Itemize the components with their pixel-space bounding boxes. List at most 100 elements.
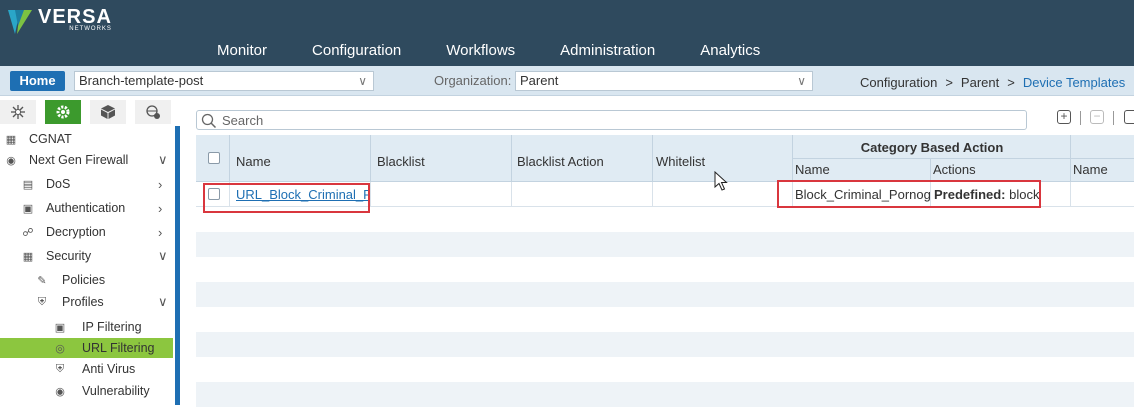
- monitor-icon: ▣: [54, 321, 66, 334]
- chevron-right-icon: ›: [158, 224, 163, 240]
- sidebar-item-label: DoS: [46, 177, 71, 191]
- network-icon: [11, 105, 25, 119]
- empty-row: [196, 332, 1134, 357]
- context-bar: Home Branch-template-post ∨ Organization…: [0, 66, 1134, 96]
- header-category-actions[interactable]: Actions: [931, 159, 1071, 182]
- tab-services[interactable]: [135, 100, 171, 124]
- sidebar-item-label: CGNAT: [29, 132, 72, 146]
- sidebar-item-cgnat[interactable]: ▦ CGNAT: [3, 129, 72, 149]
- template-select[interactable]: Branch-template-post ∨: [74, 71, 374, 91]
- nav-administration[interactable]: Administration: [560, 42, 655, 59]
- chevron-right-icon: ›: [158, 200, 163, 216]
- header-category-based-action: Category Based Action: [793, 135, 1071, 159]
- search-placeholder: Search: [222, 113, 264, 128]
- sidebar-item-ip-filtering[interactable]: ▣ IP Filtering: [52, 317, 142, 337]
- globe-icon: ◎: [55, 342, 65, 355]
- top-bar: VERSA NETWORKS Monitor Configuration Wor…: [0, 0, 1134, 66]
- header-blacklist-action[interactable]: Blacklist Action: [512, 135, 653, 182]
- auth-icon: ▣: [22, 202, 34, 215]
- breadcrumb-device-templates[interactable]: Device Templates: [1023, 75, 1125, 90]
- sidebar-tabs: [0, 100, 180, 124]
- dos-icon: ▤: [22, 178, 34, 191]
- toolbar-separator: [1080, 111, 1081, 125]
- sidebar-item-label: Vulnerability: [82, 384, 150, 398]
- policy-icon: ✎: [37, 274, 47, 287]
- empty-row: [196, 232, 1134, 257]
- toolbar-separator: [1113, 111, 1114, 125]
- chevron-down-icon: ∨: [158, 152, 168, 167]
- header-name[interactable]: Name: [230, 135, 371, 182]
- highlight-box-category-action: [777, 180, 1041, 208]
- firewall-icon: ◉: [6, 154, 16, 167]
- tab-configuration[interactable]: [45, 100, 81, 124]
- gear-icon: [56, 105, 70, 119]
- header-next-name[interactable]: Name: [1071, 159, 1134, 182]
- sidebar-item-url-filtering[interactable]: ◎ URL Filtering: [0, 338, 173, 358]
- security-icon: ▦: [22, 250, 34, 263]
- sidebar-item-decryption[interactable]: ☍ Decryption ›: [20, 222, 173, 242]
- shield-icon: ⛨: [37, 295, 47, 308]
- sidebar-item-label: Security: [46, 249, 92, 263]
- sidebar-item-label: Decryption: [46, 225, 106, 239]
- empty-row: [196, 282, 1134, 307]
- url-filtering-table: Name Blacklist Blacklist Action Whitelis…: [196, 135, 1134, 407]
- cgnat-icon: ▦: [5, 133, 17, 146]
- home-button[interactable]: Home: [10, 71, 65, 91]
- vulnerability-icon: ◉: [55, 385, 65, 398]
- versa-logo[interactable]: VERSA NETWORKS: [6, 6, 112, 36]
- sidebar-item-label: IP Filtering: [82, 320, 142, 334]
- remove-icon[interactable]: −: [1090, 110, 1104, 124]
- organization-label: Organization:: [434, 73, 512, 88]
- main-nav: Monitor Configuration Workflows Administ…: [217, 42, 805, 59]
- empty-row: [196, 382, 1134, 407]
- sidebar-item-label: URL Filtering: [82, 341, 155, 355]
- header-blacklist[interactable]: Blacklist: [371, 135, 512, 182]
- sidebar-scrollbar[interactable]: [175, 126, 180, 405]
- sidebar-item-authentication[interactable]: ▣ Authentication ›: [20, 198, 173, 218]
- unlock-icon: ☍: [22, 226, 34, 239]
- sidebar-item-label: Authentication: [46, 201, 126, 215]
- sidebar-item-ngfw[interactable]: ◉ Next Gen Firewall ∨: [3, 150, 173, 170]
- nav-analytics[interactable]: Analytics: [700, 42, 760, 59]
- sidebar: ▦ CGNAT ◉ Next Gen Firewall ∨ ▤ DoS › ▣ …: [0, 96, 182, 405]
- tab-objects[interactable]: [90, 100, 126, 124]
- versa-logo-icon: [8, 10, 32, 34]
- sidebar-item-label: Next Gen Firewall: [29, 153, 129, 167]
- select-all-checkbox[interactable]: [208, 152, 220, 164]
- template-select-value: Branch-template-post: [79, 73, 204, 88]
- breadcrumb: Configuration > Parent > Device Templates: [860, 75, 1126, 90]
- search-input[interactable]: Search: [196, 110, 1027, 130]
- chevron-down-icon: ∨: [158, 294, 168, 309]
- chevron-right-icon: ›: [158, 176, 163, 192]
- row-blacklist-cell: [371, 182, 512, 207]
- brand-name: VERSA: [38, 6, 112, 28]
- sidebar-item-policies[interactable]: ✎ Policies: [34, 270, 105, 290]
- antivirus-icon: ⛨: [55, 362, 65, 375]
- highlight-box-name: [203, 183, 370, 213]
- sidebar-item-label: Policies: [62, 273, 106, 287]
- chevron-down-icon: ∨: [797, 74, 806, 88]
- row-blacklist-action-cell: [512, 182, 653, 207]
- tab-network[interactable]: [0, 100, 36, 124]
- organization-select[interactable]: Parent ∨: [515, 71, 813, 91]
- sidebar-item-anti-virus[interactable]: ⛨ Anti Virus: [52, 359, 135, 379]
- breadcrumb-configuration[interactable]: Configuration: [860, 75, 937, 90]
- sidebar-item-label: Anti Virus: [82, 362, 136, 376]
- globe-gear-icon: [146, 105, 160, 119]
- cube-icon: [101, 105, 115, 119]
- sidebar-item-security[interactable]: ▦ Security ∨: [20, 246, 173, 266]
- header-category-name[interactable]: Name: [793, 159, 931, 182]
- search-icon: [201, 113, 217, 129]
- header-select-all: [196, 135, 230, 182]
- nav-workflows[interactable]: Workflows: [446, 42, 515, 59]
- nav-configuration[interactable]: Configuration: [312, 42, 401, 59]
- breadcrumb-parent[interactable]: Parent: [961, 75, 999, 90]
- chevron-down-icon: ∨: [358, 74, 367, 88]
- organization-select-value: Parent: [520, 73, 559, 88]
- sidebar-item-vulnerability[interactable]: ◉ Vulnerability: [52, 381, 150, 401]
- sidebar-item-dos[interactable]: ▤ DoS ›: [20, 174, 173, 194]
- add-icon[interactable]: +: [1057, 110, 1071, 124]
- clone-icon[interactable]: [1124, 110, 1134, 124]
- nav-monitor[interactable]: Monitor: [217, 42, 267, 59]
- sidebar-item-profiles[interactable]: ⛨ Profiles ∨: [34, 292, 173, 312]
